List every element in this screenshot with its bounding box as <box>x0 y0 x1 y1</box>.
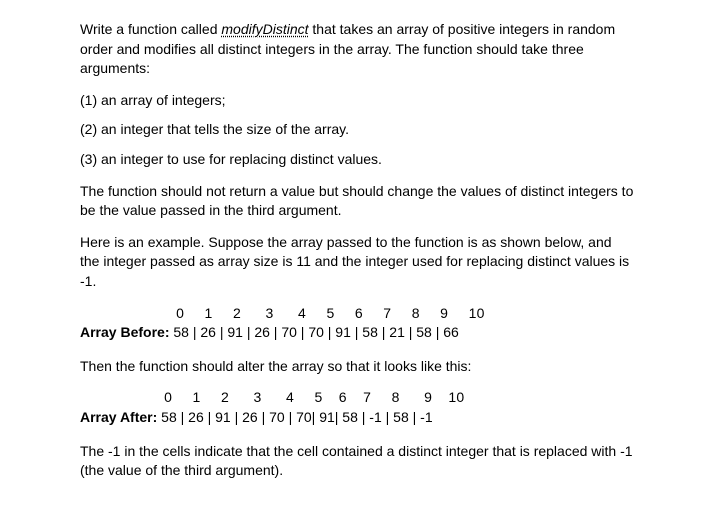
intro-paragraph: Write a function called modifyDistinct t… <box>80 20 634 79</box>
before-label: Array Before: <box>80 324 169 340</box>
closing-paragraph: The -1 in the cells indicate that the ce… <box>80 442 634 481</box>
before-values-row: Array Before: 58 | 26 | 91 | 26 | 70 | 7… <box>80 323 634 343</box>
before-index-row: 0 1 2 3 4 5 6 7 8 9 10 <box>172 304 634 324</box>
example-intro: Here is an example. Suppose the array pa… <box>80 233 634 292</box>
array-before-block: 0 1 2 3 4 5 6 7 8 9 10 Array Before: 58 … <box>80 304 634 343</box>
before-values: 58 | 26 | 91 | 26 | 70 | 70 | 91 | 58 | … <box>169 324 458 340</box>
arg-3: (3) an integer to use for replacing dist… <box>80 150 634 170</box>
after-index-row: 0 1 2 3 4 5 6 7 8 9 10 <box>160 388 634 408</box>
after-label: Array After: <box>80 409 157 425</box>
arg-2: (2) an integer that tells the size of th… <box>80 120 634 140</box>
after-values-row: Array After: 58 | 26 | 91 | 26 | 70 | 70… <box>80 408 634 428</box>
arg-1: (1) an array of integers; <box>80 91 634 111</box>
description: The function should not return a value b… <box>80 182 634 221</box>
argument-list: (1) an array of integers; (2) an integer… <box>80 91 634 170</box>
intro-pre: Write a function called <box>80 21 221 37</box>
array-after-block: 0 1 2 3 4 5 6 7 8 9 10 Array After: 58 |… <box>80 388 634 427</box>
then-paragraph: Then the function should alter the array… <box>80 357 634 377</box>
after-values: 58 | 26 | 91 | 26 | 70 | 70| 91| 58 | -1… <box>157 409 432 425</box>
function-name: modifyDistinct <box>221 21 308 37</box>
